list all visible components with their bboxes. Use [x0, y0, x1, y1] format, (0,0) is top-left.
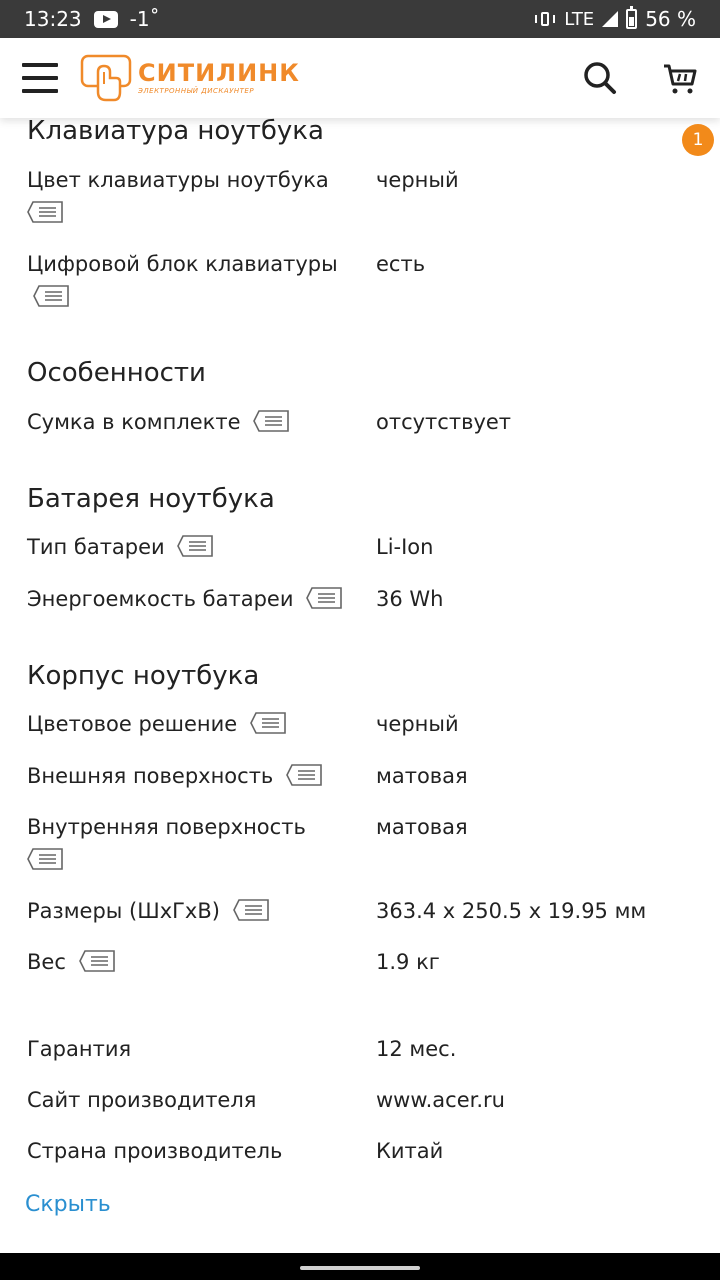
status-time: 13:23: [24, 7, 82, 31]
menu-icon[interactable]: [22, 63, 58, 93]
logo-hand-icon: [80, 54, 132, 102]
section-title-battery: Батарея ноутбука: [27, 484, 275, 514]
hint-icon[interactable]: [286, 764, 323, 786]
hint-icon[interactable]: [78, 950, 116, 972]
spec-value: матовая: [376, 764, 468, 788]
section-title-features: Особенности: [27, 358, 206, 388]
spec-label: Сайт производителя: [27, 1088, 257, 1112]
spec-label: Вес: [27, 946, 347, 979]
spec-label: Цифровой блок клавиатуры: [27, 248, 347, 314]
hint-icon[interactable]: [249, 712, 287, 734]
spec-label: Сумка в комплекте: [27, 406, 347, 439]
spec-label: Внешняя поверхность: [27, 760, 347, 793]
cart-icon[interactable]: [662, 60, 698, 96]
spec-value: есть: [376, 252, 426, 276]
spec-label: Цветовое решение: [27, 708, 347, 741]
spec-label: Тип батареи: [27, 531, 347, 564]
hint-icon[interactable]: [232, 899, 270, 921]
spec-label: Внутренняя поверхность: [27, 811, 347, 877]
spec-value: черный: [376, 712, 459, 736]
spec-value: 1.9 кг: [376, 950, 440, 974]
network-type: LTE: [564, 8, 595, 30]
status-temperature: -1˚: [129, 7, 160, 31]
youtube-icon: [93, 10, 118, 28]
spec-value: Li-Ion: [376, 535, 434, 559]
hint-icon[interactable]: [27, 201, 64, 223]
logo-subtitle: ЭЛЕКТРОННЫЙ ДИСКАУНТЕР: [138, 87, 255, 95]
section-title-keyboard: Клавиатура ноутбука: [27, 116, 324, 146]
hint-icon[interactable]: [177, 535, 214, 557]
logo-name: СИТИЛИНК: [138, 59, 300, 87]
hint-icon[interactable]: [253, 410, 290, 432]
home-gesture-bar[interactable]: [300, 1266, 420, 1270]
notification-badge[interactable]: 1: [682, 124, 714, 156]
spec-value: отсутствует: [376, 410, 512, 434]
manufacturer-site-link[interactable]: www.acer.ru: [376, 1084, 505, 1117]
spec-label: Гарантия: [27, 1037, 132, 1061]
hint-icon[interactable]: [33, 285, 70, 307]
vibrate-icon: [534, 11, 556, 27]
system-nav-bar: [0, 1253, 720, 1280]
hint-icon[interactable]: [27, 848, 64, 870]
spec-value: черный: [376, 168, 459, 192]
battery-icon: [626, 6, 638, 29]
battery-percent: 56 %: [645, 7, 696, 31]
spec-value: Китай: [376, 1139, 444, 1163]
spec-value: матовая: [376, 815, 468, 839]
spec-label: Цвет клавиатуры ноутбука: [27, 164, 347, 230]
hint-icon[interactable]: [306, 587, 343, 609]
search-icon[interactable]: [582, 60, 618, 96]
spec-label: Энергоемкость батареи: [27, 583, 367, 616]
logo[interactable]: СИТИЛИНК ЭЛЕКТРОННЫЙ ДИСКАУНТЕР: [80, 52, 300, 104]
app-header: СИТИЛИНК ЭЛЕКТРОННЫЙ ДИСКАУНТЕР: [0, 38, 720, 118]
section-title-body: Корпус ноутбука: [27, 661, 260, 691]
spec-label: Размеры (ШхГхВ): [27, 895, 347, 928]
hide-specs-link[interactable]: Скрыть: [25, 1192, 111, 1217]
spec-value: 12 мес.: [376, 1037, 457, 1061]
signal-icon: [602, 11, 619, 27]
status-bar: 13:23 -1˚ LTE 56 %: [0, 0, 720, 38]
spec-value: 36 Wh: [376, 587, 444, 611]
spec-label: Страна производитель: [27, 1139, 283, 1163]
spec-value: 363.4 x 250.5 x 19.95 мм: [376, 899, 647, 923]
